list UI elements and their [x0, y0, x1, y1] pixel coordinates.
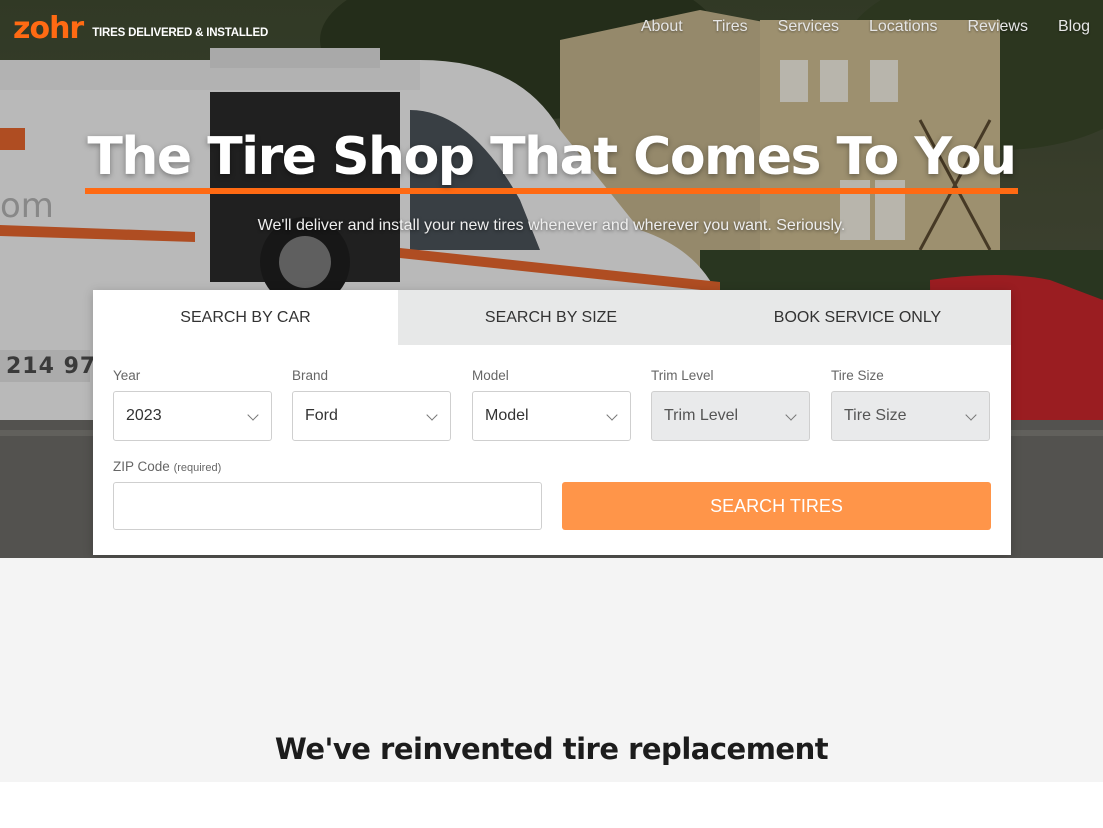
logo-tagline: TIRES DELIVERED & INSTALLED [92, 27, 269, 39]
year-select[interactable]: 2023 [113, 391, 272, 441]
nav-link-blog[interactable]: Blog [1058, 18, 1090, 36]
model-label: Model [472, 368, 509, 383]
chevron-down-icon [426, 409, 438, 421]
hero-headline-wrap: The Tire Shop That Comes To You [0, 126, 1103, 194]
nav-link-reviews[interactable]: Reviews [968, 18, 1028, 36]
zip-code-label: ZIP Code (required) [113, 459, 221, 474]
year-select-value: 2023 [126, 407, 162, 424]
chevron-down-icon [965, 409, 977, 421]
nav-link-tires[interactable]: Tires [713, 18, 748, 36]
site-logo[interactable]: zohr TIRES DELIVERED & INSTALLED [13, 12, 268, 46]
nav-link-services[interactable]: Services [778, 18, 839, 36]
hero-headline: The Tire Shop That Comes To You [85, 126, 1018, 194]
model-select[interactable]: Model [472, 391, 631, 441]
zip-code-label-text: ZIP Code [113, 459, 170, 474]
chevron-down-icon [606, 409, 618, 421]
main-nav: About Tires Services Locations Reviews B… [611, 18, 1090, 36]
year-label: Year [113, 368, 141, 383]
logo-wordmark: zohr [13, 11, 84, 46]
tire-size-label: Tire Size [831, 368, 884, 383]
tire-size-select-value: Tire Size [844, 407, 907, 424]
trim-level-select[interactable]: Trim Level [651, 391, 810, 441]
chevron-down-icon [785, 409, 797, 421]
nav-link-about[interactable]: About [641, 18, 683, 36]
tab-book-service-only[interactable]: BOOK SERVICE ONLY [704, 290, 1011, 345]
tab-search-by-size[interactable]: SEARCH BY SIZE [398, 290, 704, 345]
hero-subline: We'll deliver and install your new tires… [257, 217, 846, 234]
search-tabs: SEARCH BY CAR SEARCH BY SIZE BOOK SERVIC… [93, 290, 1011, 345]
tire-search-card: SEARCH BY CAR SEARCH BY SIZE BOOK SERVIC… [93, 290, 1011, 555]
brand-select[interactable]: Ford [292, 391, 451, 441]
trim-level-label: Trim Level [651, 368, 714, 383]
brand-label: Brand [292, 368, 329, 383]
model-select-value: Model [485, 407, 529, 424]
nav-link-locations[interactable]: Locations [869, 18, 938, 36]
chevron-down-icon [247, 409, 259, 421]
zip-code-required-hint: (required) [173, 462, 222, 474]
zip-code-input[interactable] [113, 482, 542, 530]
tire-size-select[interactable]: Tire Size [831, 391, 990, 441]
section-title: We've reinvented tire replacement [274, 732, 829, 766]
trim-level-select-value: Trim Level [664, 407, 739, 424]
tab-search-by-car[interactable]: SEARCH BY CAR [93, 290, 398, 345]
search-tires-button[interactable]: SEARCH TIRES [562, 482, 991, 530]
brand-select-value: Ford [305, 407, 338, 424]
